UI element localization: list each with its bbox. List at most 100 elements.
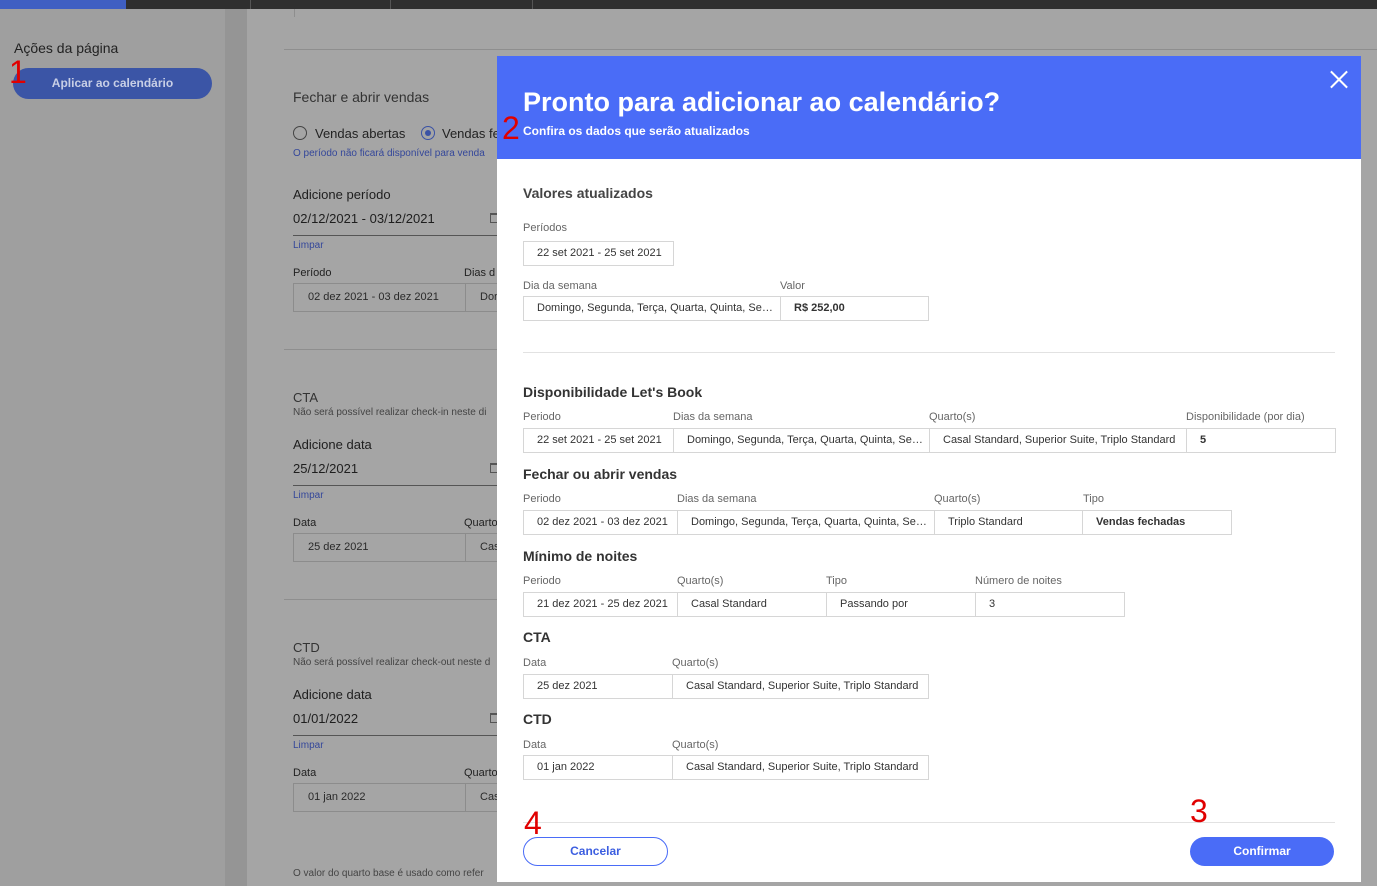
confirm-calendar-modal: Pronto para adicionar ao calendário? Con… bbox=[497, 56, 1361, 882]
radio-sales-closed[interactable] bbox=[421, 126, 435, 140]
ctd-note: Não será possível realizar check-out nes… bbox=[293, 657, 491, 668]
clear-link[interactable]: Limpar bbox=[293, 740, 324, 751]
top-navigation-bar bbox=[0, 0, 1377, 9]
period-cell: 02 dez 2021 - 03 dez 2021 bbox=[524, 511, 678, 534]
col-rooms: Quarto(s) bbox=[929, 411, 976, 423]
clear-link[interactable]: Limpar bbox=[293, 240, 324, 251]
cancel-button[interactable]: Cancelar bbox=[523, 837, 668, 866]
ctd-add-date-input[interactable]: 01/01/2022 bbox=[293, 711, 358, 726]
min-nights-heading: Mínimo de noites bbox=[523, 548, 638, 564]
top-nav-separator bbox=[250, 0, 251, 9]
sidebar-gutter bbox=[225, 9, 247, 886]
rooms-cell: Casal Standard, Superior Suite, Triplo S… bbox=[686, 680, 919, 692]
radio-sales-open-label: Vendas abertas bbox=[315, 126, 406, 141]
modal-subtitle: Confira os dados que serão atualizados bbox=[523, 124, 750, 138]
col-rooms: Quarto(s) bbox=[677, 575, 724, 587]
availability-heading: Disponibilidade Let's Book bbox=[523, 384, 703, 400]
weekday-label: Dia da semana bbox=[523, 280, 597, 292]
page-actions-sidebar: Ações da página Aplicar ao calendário bbox=[0, 9, 225, 886]
top-nav-separator bbox=[532, 0, 533, 9]
col-type: Tipo bbox=[1083, 493, 1104, 505]
input-underline bbox=[293, 485, 497, 486]
date-cell: 01 jan 2022 bbox=[293, 783, 466, 812]
updated-values-heading: Valores atualizados bbox=[523, 185, 653, 201]
availability-row: 22 set 2021 - 25 set 2021 Domingo, Segun… bbox=[523, 428, 1336, 453]
ctd-add-date-label: Adicione data bbox=[293, 687, 372, 702]
rooms-cell: Casal Standard bbox=[678, 593, 827, 616]
sales-note: O período não ficará disponível para ven… bbox=[293, 148, 485, 159]
top-nav-active-tab[interactable] bbox=[0, 0, 126, 9]
col-date: Data bbox=[523, 739, 547, 751]
col-period: Periodo bbox=[523, 575, 561, 587]
date-cell: 01 jan 2022 bbox=[524, 756, 673, 779]
modal-header: Pronto para adicionar ao calendário? Con… bbox=[497, 56, 1361, 159]
rooms-cell: Casal Standard, Superior Suite, Triplo S… bbox=[930, 429, 1187, 452]
periods-label: Períodos bbox=[523, 222, 568, 234]
period-cell: 22 set 2021 - 25 set 2021 bbox=[537, 247, 662, 259]
col-rooms: Quarto(s) bbox=[672, 739, 719, 751]
clear-link[interactable]: Limpar bbox=[293, 490, 324, 501]
page-actions-title: Ações da página bbox=[14, 40, 119, 56]
value-cell: R$ 252,00 bbox=[794, 302, 845, 314]
availability-cell: 5 bbox=[1200, 434, 1207, 446]
divider bbox=[523, 352, 1335, 353]
values-row: Domingo, Segunda, Terça, Quarta, Quinta,… bbox=[523, 296, 929, 321]
col-days: Dias da semana bbox=[673, 411, 753, 423]
radio-sales-open[interactable] bbox=[293, 126, 307, 140]
annotation-marker: 4 bbox=[524, 805, 542, 841]
sales-row: 02 dez 2021 - 03 dez 2021 Domingo, Segun… bbox=[523, 510, 1232, 535]
days-cell: Domingo, Segunda, Terça, Quarta, Quinta,… bbox=[674, 429, 930, 452]
cta-section-title: CTA bbox=[293, 390, 319, 405]
annotation-marker: 3 bbox=[1190, 793, 1208, 829]
rooms-cell: Triplo Standard bbox=[935, 511, 1083, 534]
divider bbox=[284, 349, 497, 350]
col-rooms: Quarto(s) bbox=[672, 657, 719, 669]
cta-note: Não será possível realizar check-in nest… bbox=[293, 407, 487, 418]
confirm-button[interactable]: Confirmar bbox=[1190, 837, 1334, 866]
ctd-heading: CTD bbox=[523, 711, 552, 727]
divider bbox=[284, 49, 1377, 50]
input-underline bbox=[293, 735, 497, 736]
modal-title: Pronto para adicionar ao calendário? bbox=[523, 87, 1001, 117]
date-cell: 25 dez 2021 bbox=[524, 675, 673, 698]
cta-heading: CTA bbox=[523, 629, 551, 645]
min-nights-row: 21 dez 2021 - 25 dez 2021 Casal Standard… bbox=[523, 592, 1125, 617]
nights-cell: 3 bbox=[989, 598, 996, 610]
col-room: Quarto bbox=[464, 767, 498, 779]
col-room: Quarto bbox=[464, 517, 498, 529]
date-cell: 25 dez 2021 bbox=[293, 533, 466, 562]
col-rooms: Quarto(s) bbox=[934, 493, 981, 505]
cta-row: 25 dez 2021 Casal Standard, Superior Sui… bbox=[523, 674, 929, 699]
divider bbox=[294, 9, 295, 17]
col-period: Período bbox=[293, 267, 332, 279]
col-days: Dias da semana bbox=[677, 493, 757, 505]
sales-section-title: Fechar e abrir vendas bbox=[293, 89, 430, 105]
period-cell: 22 set 2021 - 25 set 2021 bbox=[524, 429, 674, 452]
sales-heading: Fechar ou abrir vendas bbox=[523, 466, 678, 482]
ctd-section-title: CTD bbox=[293, 640, 320, 655]
col-type: Tipo bbox=[826, 575, 847, 587]
col-availability: Disponibilidade (por dia) bbox=[1186, 411, 1305, 423]
col-date: Data bbox=[293, 517, 317, 529]
period-cell: 02 dez 2021 - 03 dez 2021 bbox=[293, 283, 466, 312]
close-icon[interactable] bbox=[1329, 69, 1349, 89]
col-date: Data bbox=[523, 657, 547, 669]
cta-add-date-input[interactable]: 25/12/2021 bbox=[293, 461, 358, 476]
radio-sales-closed-label: Vendas fe bbox=[442, 126, 500, 141]
cta-add-date-label: Adicione data bbox=[293, 437, 372, 452]
days-cell: Domingo, Segunda, Terça, Quarta, Quinta,… bbox=[678, 511, 935, 534]
rooms-cell: Casal Standard, Superior Suite, Triplo S… bbox=[686, 761, 919, 773]
type-cell: Passando por bbox=[827, 593, 976, 616]
divider bbox=[523, 822, 1335, 823]
divider bbox=[284, 599, 497, 600]
type-cell: Vendas fechadas bbox=[1096, 516, 1186, 528]
footer-note: O valor do quarto base é usado como refe… bbox=[293, 868, 484, 879]
col-days: Dias d bbox=[464, 267, 496, 279]
ctd-row: 01 jan 2022 Casal Standard, Superior Sui… bbox=[523, 755, 929, 780]
periods-row: 22 set 2021 - 25 set 2021 bbox=[523, 241, 674, 266]
apply-to-calendar-button[interactable]: Aplicar ao calendário bbox=[13, 68, 212, 99]
col-date: Data bbox=[293, 767, 317, 779]
col-period: Periodo bbox=[523, 411, 561, 423]
add-period-input[interactable]: 02/12/2021 - 03/12/2021 bbox=[293, 211, 435, 226]
weekdays-cell: Domingo, Segunda, Terça, Quarta, Quinta,… bbox=[524, 297, 781, 320]
